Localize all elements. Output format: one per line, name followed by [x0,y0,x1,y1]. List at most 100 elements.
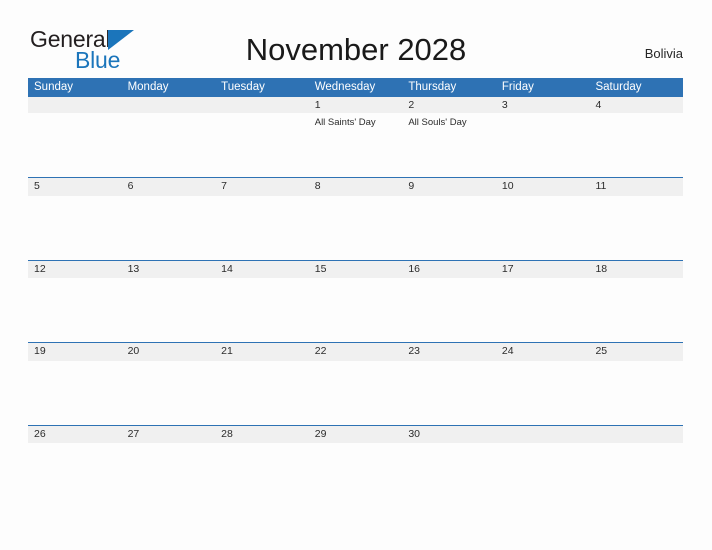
day-cell[interactable] [215,443,309,507]
day-cell[interactable] [122,443,216,507]
day-number[interactable]: 6 [122,178,216,196]
calendar-week-row: 1 2 3 4 All Saints' Day All Souls' Day [28,97,683,177]
day-number[interactable]: 19 [28,343,122,361]
week-event-band [28,443,683,507]
day-cell[interactable] [589,113,683,177]
calendar-week-row: 26 27 28 29 30 [28,424,683,508]
day-number-empty [589,426,683,444]
day-number[interactable]: 26 [28,426,122,444]
day-number[interactable]: 17 [496,261,590,279]
day-number[interactable]: 20 [122,343,216,361]
day-cell[interactable] [215,278,309,342]
day-number[interactable]: 12 [28,261,122,279]
calendar-week-row: 19 20 21 22 23 24 25 [28,342,683,425]
week-event-band [28,196,683,260]
day-cell[interactable] [122,113,216,177]
day-cell[interactable] [402,361,496,425]
week-day-number-band: 5 6 7 8 9 10 11 [28,177,683,196]
week-day-number-band: 19 20 21 22 23 24 25 [28,342,683,361]
day-cell[interactable] [122,278,216,342]
day-number[interactable]: 23 [402,343,496,361]
day-number[interactable]: 24 [496,343,590,361]
day-cell[interactable] [28,278,122,342]
holiday-label: All Saints' Day [314,117,376,128]
weekday-monday: Monday [127,81,169,93]
day-cell[interactable] [496,196,590,260]
day-cell[interactable] [215,113,309,177]
calendar-week-row: 12 13 14 15 16 17 18 [28,259,683,343]
day-number[interactable]: 11 [589,178,683,196]
day-number[interactable]: 27 [122,426,216,444]
day-cell[interactable] [309,196,403,260]
page-title: November 2028 [245,32,467,67]
day-cell[interactable] [496,443,590,507]
day-number-empty [28,97,122,113]
calendar-week-row: 5 6 7 8 9 10 11 [28,177,683,260]
day-cell[interactable] [589,278,683,342]
day-number[interactable]: 14 [215,261,309,279]
day-cell[interactable] [589,196,683,260]
day-cell[interactable] [28,113,122,177]
day-cell[interactable] [122,196,216,260]
day-cell[interactable] [122,361,216,425]
day-cell[interactable] [496,361,590,425]
region-label: Bolivia [644,46,683,61]
day-number-empty [215,97,309,113]
day-number[interactable]: 16 [402,261,496,279]
weekday-friday: Friday [501,81,534,93]
holiday-label: All Souls' Day [408,117,467,128]
weekday-thursday: Thursday [408,81,457,93]
day-number[interactable]: 18 [589,261,683,279]
day-number[interactable]: 8 [309,178,403,196]
day-number[interactable]: 22 [309,343,403,361]
day-cell[interactable] [215,361,309,425]
week-day-number-band: 12 13 14 15 16 17 18 [28,259,683,279]
page-header: General Blue November 2028 Bolivia [0,0,712,78]
week-day-number-band: 1234 [28,97,683,113]
day-number[interactable]: 9 [402,178,496,196]
week-event-band: All Saints' Day All Souls' Day [28,113,683,177]
day-cell[interactable] [496,113,590,177]
day-cell[interactable] [215,196,309,260]
day-number[interactable]: 2 [402,97,496,113]
day-number[interactable]: 5 [28,178,122,196]
day-number[interactable]: 25 [589,343,683,361]
day-number[interactable]: 1 [309,97,403,113]
day-number[interactable]: 13 [122,261,216,279]
day-number[interactable]: 7 [215,178,309,196]
day-cell[interactable] [496,278,590,342]
day-number[interactable]: 10 [496,178,590,196]
day-number-empty [122,97,216,113]
weekday-tuesday: Tuesday [221,81,265,93]
calendar-grid: Sunday Monday Tuesday Wednesday Thursday… [28,78,683,507]
week-event-band [28,361,683,425]
day-cell[interactable] [402,278,496,342]
day-number[interactable]: 28 [215,426,309,444]
day-number[interactable]: 4 [589,97,683,113]
day-cell[interactable] [309,278,403,342]
day-cell[interactable] [589,443,683,507]
day-cell[interactable] [28,196,122,260]
weekday-saturday: Saturday [595,81,642,93]
day-cell[interactable]: All Souls' Day [402,113,496,177]
day-number[interactable]: 15 [309,261,403,279]
day-number-empty [496,426,590,444]
day-cell[interactable] [402,196,496,260]
day-cell[interactable] [28,361,122,425]
calendar-page: General Blue November 2028 Bolivia Sunda… [0,0,712,550]
day-cell[interactable] [309,361,403,425]
day-cell[interactable] [28,443,122,507]
day-cell[interactable] [589,361,683,425]
week-day-number-band: 26 27 28 29 30 [28,424,683,444]
calendar-weeks: 1 2 3 4 All Saints' Day All Souls' Day 5 6 7 8 9 10… [28,97,683,507]
weekday-header-row: Sunday Monday Tuesday Wednesday Thursday… [28,78,683,97]
day-number[interactable]: 29 [309,426,403,444]
weekday-sunday: Sunday [34,81,74,93]
day-number[interactable]: 21 [215,343,309,361]
day-number[interactable]: 30 [402,426,496,444]
week-event-band [28,278,683,342]
day-cell[interactable] [402,443,496,507]
day-cell[interactable]: All Saints' Day [309,113,403,177]
day-cell[interactable] [309,443,403,507]
day-number[interactable]: 3 [496,97,590,113]
